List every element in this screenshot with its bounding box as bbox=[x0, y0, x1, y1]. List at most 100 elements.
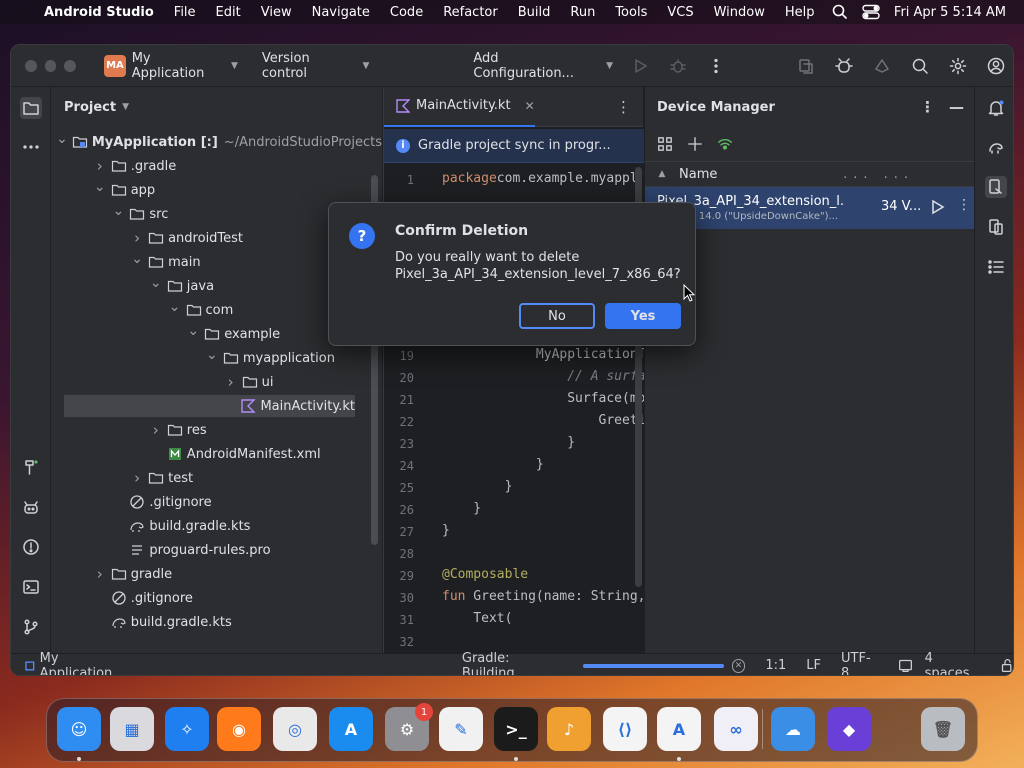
dock-firefox-icon[interactable]: ◉ bbox=[217, 707, 261, 751]
more-actions-icon[interactable] bbox=[707, 57, 725, 75]
project-panel-header[interactable]: Project ▼ bbox=[51, 87, 382, 127]
dock-chrome-icon[interactable]: ◎ bbox=[273, 707, 317, 751]
menu-code[interactable]: Code bbox=[380, 5, 433, 20]
tree-item[interactable]: › .gradle bbox=[51, 155, 382, 177]
dock-launchpad-icon[interactable]: ▦ bbox=[110, 707, 154, 751]
project-selector[interactable]: My Application ▼ bbox=[132, 51, 238, 81]
search-icon[interactable] bbox=[911, 57, 929, 75]
chevron-right-icon[interactable]: › bbox=[149, 421, 163, 439]
dock-trash-icon[interactable]: 🗑 bbox=[921, 707, 965, 751]
menu-vcs[interactable]: VCS bbox=[657, 5, 703, 20]
group-devices-icon[interactable] bbox=[657, 136, 673, 152]
gradle-elephant-icon[interactable] bbox=[985, 136, 1007, 158]
device-more-actions-icon[interactable]: ⋮ bbox=[957, 197, 971, 213]
menu-window[interactable]: Window bbox=[704, 5, 775, 20]
structure-list-icon[interactable] bbox=[985, 256, 1007, 278]
tree-item[interactable]: ⌄ myapplication bbox=[51, 347, 382, 369]
no-button[interactable]: No bbox=[519, 303, 595, 329]
menu-build[interactable]: Build bbox=[508, 5, 561, 20]
logcat-cat-icon[interactable] bbox=[20, 496, 42, 518]
debug-icon[interactable] bbox=[669, 57, 687, 75]
chevron-right-icon[interactable]: › bbox=[130, 229, 144, 247]
column-name-header[interactable]: Name bbox=[679, 167, 717, 182]
chevron-down-icon[interactable]: ⌄ bbox=[186, 323, 200, 339]
tree-item[interactable]: › res bbox=[51, 419, 382, 441]
menu-run[interactable]: Run bbox=[560, 5, 605, 20]
menu-file[interactable]: File bbox=[164, 5, 206, 20]
chevron-down-icon[interactable]: ⌄ bbox=[205, 347, 219, 363]
tree-item[interactable]: ⌄ MyApplication [:] ~/AndroidStudioProject… bbox=[51, 131, 382, 153]
tree-item[interactable]: › test bbox=[51, 467, 382, 489]
chevron-right-icon[interactable]: › bbox=[130, 469, 144, 487]
tree-item[interactable]: build.gradle.kts bbox=[51, 611, 382, 633]
tree-item[interactable]: build.gradle.kts bbox=[51, 515, 382, 537]
device-mirror-icon[interactable] bbox=[873, 57, 891, 75]
pair-wifi-icon[interactable] bbox=[717, 136, 733, 152]
window-minimize-button[interactable] bbox=[44, 59, 57, 72]
problems-warning-icon[interactable] bbox=[20, 536, 42, 558]
control-center-icon[interactable] bbox=[862, 4, 880, 20]
chevron-down-icon[interactable]: ⌄ bbox=[130, 251, 144, 267]
account-avatar-icon[interactable] bbox=[987, 57, 1005, 75]
chevron-right-icon[interactable]: › bbox=[93, 157, 107, 175]
dock-weather-icon[interactable]: ☁ bbox=[771, 707, 815, 751]
run-config-selector[interactable]: Add Configuration... ▼ bbox=[473, 51, 613, 81]
sync-gradle-icon[interactable] bbox=[797, 57, 815, 75]
menu-navigate[interactable]: Navigate bbox=[302, 5, 380, 20]
spotlight-search-icon[interactable] bbox=[832, 4, 848, 20]
panel-options-icon[interactable]: ⋮ bbox=[920, 98, 935, 116]
dock-safari-icon[interactable]: ✧ bbox=[165, 707, 209, 751]
file-encoding[interactable]: UTF-8 bbox=[841, 651, 878, 676]
chevron-right-icon[interactable]: › bbox=[224, 373, 238, 391]
version-control-branch-icon[interactable] bbox=[20, 616, 42, 638]
caret-position[interactable]: 1:1 bbox=[765, 658, 786, 673]
launch-device-icon[interactable] bbox=[931, 199, 945, 215]
cancel-build-icon[interactable]: ✕ bbox=[731, 658, 746, 673]
tree-item[interactable]: ⌄ app bbox=[51, 179, 382, 201]
dock-textedit-icon[interactable]: ✎ bbox=[439, 707, 483, 751]
add-device-icon[interactable] bbox=[687, 136, 703, 152]
dock-vscode-icon[interactable]: ⟨⟩ bbox=[603, 707, 647, 751]
tree-item[interactable]: MainActivity.kt bbox=[64, 395, 355, 417]
settings-gear-icon[interactable] bbox=[949, 57, 967, 75]
chevron-down-icon[interactable]: ⌄ bbox=[168, 299, 182, 315]
dock-garageband-icon[interactable]: ♪ bbox=[547, 707, 591, 751]
menu-edit[interactable]: Edit bbox=[206, 5, 251, 20]
read-only-lock-icon[interactable] bbox=[1000, 658, 1013, 673]
tree-item[interactable]: › ui bbox=[51, 371, 382, 393]
tree-item[interactable]: AndroidManifest.xml bbox=[51, 443, 382, 465]
menu-refactor[interactable]: Refactor bbox=[433, 5, 508, 20]
close-tab-icon[interactable]: ✕ bbox=[525, 99, 535, 113]
breadcrumb[interactable]: My Application bbox=[11, 651, 132, 675]
indent-setting[interactable]: 4 spaces bbox=[925, 651, 980, 676]
dock-terminal-icon[interactable]: >_ bbox=[494, 707, 538, 751]
more-tool-windows-icon[interactable] bbox=[20, 136, 42, 158]
gradle-status[interactable]: Gradle: Building... bbox=[462, 651, 575, 676]
editor-tab-options-icon[interactable]: ⋮ bbox=[616, 98, 643, 116]
line-ending[interactable]: LF bbox=[806, 658, 821, 673]
chevron-down-icon[interactable]: ⌄ bbox=[111, 203, 125, 219]
tree-item[interactable]: .gitignore bbox=[51, 587, 382, 609]
project-folder-icon[interactable] bbox=[20, 97, 42, 119]
menu-view[interactable]: View bbox=[251, 5, 302, 20]
menu-tools[interactable]: Tools bbox=[605, 5, 657, 20]
build-hammer-icon[interactable] bbox=[20, 456, 42, 478]
terminal-icon[interactable] bbox=[20, 576, 42, 598]
window-zoom-button[interactable] bbox=[64, 59, 77, 72]
run-icon[interactable] bbox=[631, 57, 649, 75]
sort-ascending-icon[interactable]: ▲ bbox=[645, 169, 679, 179]
dock-finder-icon[interactable]: ☺ bbox=[57, 707, 101, 751]
device-manager-icon[interactable] bbox=[985, 176, 1007, 198]
menu-clock[interactable]: Fri Apr 5 5:14 AM bbox=[894, 5, 1006, 20]
dock-visual-studio-icon[interactable]: ∞ bbox=[714, 707, 758, 751]
chevron-down-icon[interactable]: ⌄ bbox=[56, 131, 68, 147]
dock-xcode-instruments-icon[interactable]: A bbox=[657, 707, 701, 751]
memory-indicator-icon[interactable] bbox=[898, 658, 913, 673]
tree-item[interactable]: proguard-rules.pro bbox=[51, 539, 382, 561]
chevron-down-icon[interactable]: ⌄ bbox=[149, 275, 163, 291]
minimize-panel-icon[interactable]: — bbox=[949, 98, 964, 116]
version-control-selector[interactable]: Version control ▼ bbox=[262, 51, 369, 81]
tab-mainactivity[interactable]: MainActivity.kt ✕ bbox=[384, 87, 535, 127]
app-inspection-icon[interactable] bbox=[835, 57, 853, 75]
menu-app-name[interactable]: Android Studio bbox=[38, 5, 164, 20]
